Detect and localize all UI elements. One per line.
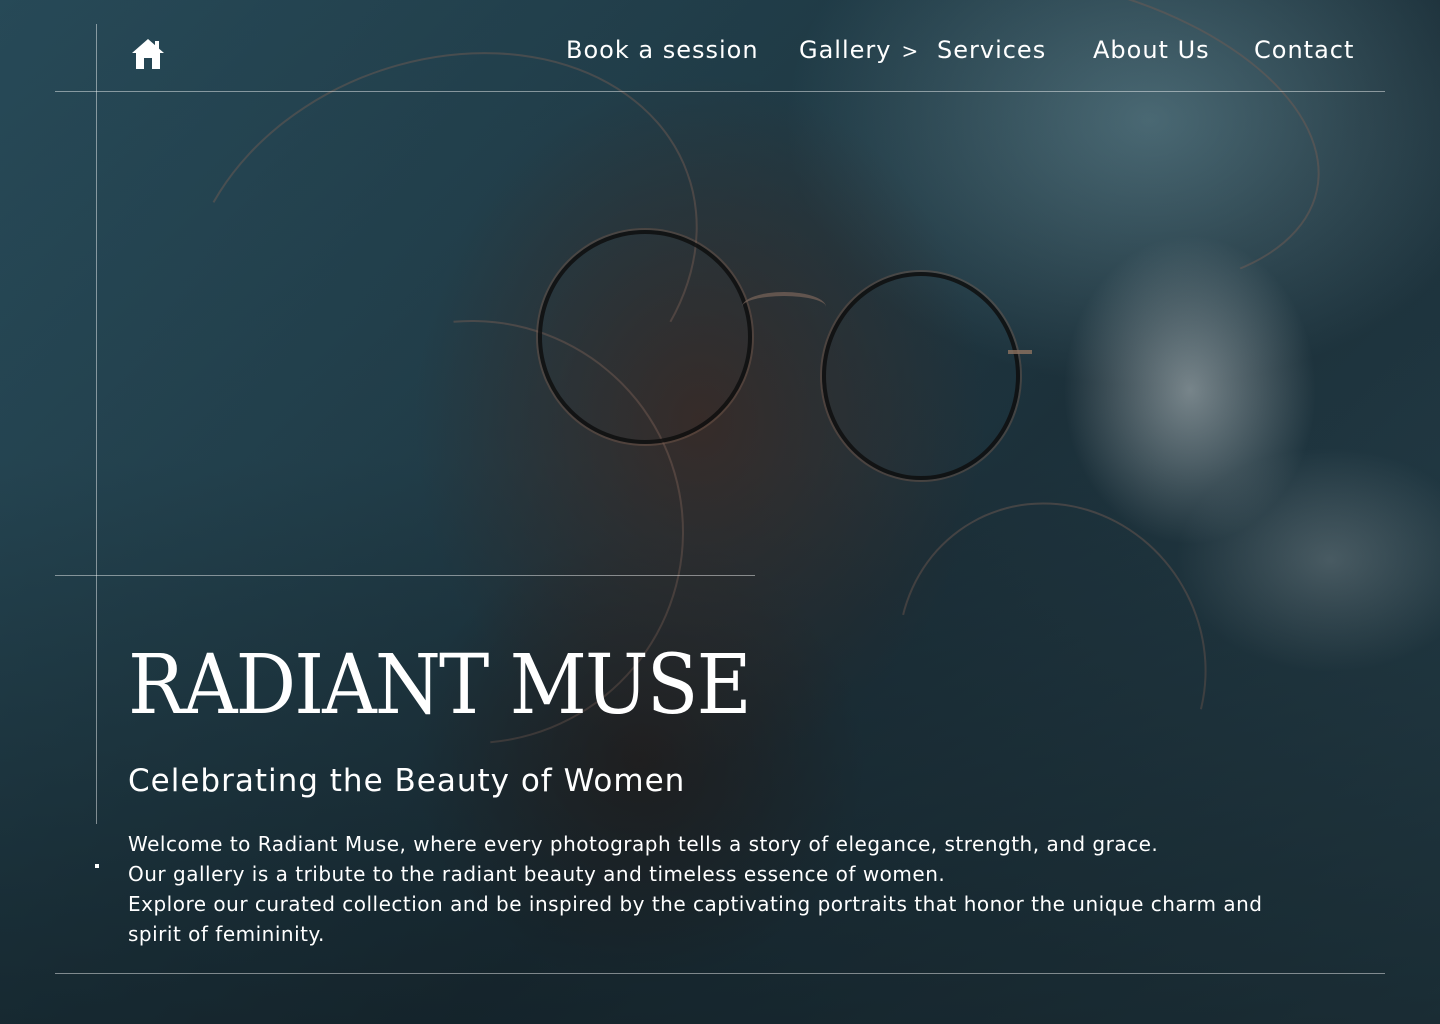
nav-services[interactable]: Services [937,32,1046,68]
header-divider [55,91,1385,92]
intro-line: Our gallery is a tribute to the radiant … [128,862,946,886]
footer-divider [55,973,1385,974]
intro-line: Explore our curated collection and be in… [128,892,1263,946]
vertical-divider [96,24,97,824]
home-icon[interactable] [130,36,166,72]
nav-gallery-label: Gallery [799,36,892,64]
intro-line: Welcome to Radiant Muse, where every pho… [128,832,1159,856]
nav-book-session[interactable]: Book a session [566,32,759,68]
home-icon-graphic [132,39,164,69]
hero-subtitle: Celebrating the Beauty of Women [128,763,686,799]
bullet-marker [95,864,99,868]
nav-about-us[interactable]: About Us [1093,32,1210,68]
nav-contact[interactable]: Contact [1254,32,1354,68]
nav-gallery[interactable]: Gallery > [799,32,919,69]
title-divider [55,575,755,576]
hero-intro: Welcome to Radiant Muse, where every pho… [128,829,1308,949]
hero-title: RADIANT MUSE [128,638,752,733]
chevron-right-icon: > [901,39,920,63]
